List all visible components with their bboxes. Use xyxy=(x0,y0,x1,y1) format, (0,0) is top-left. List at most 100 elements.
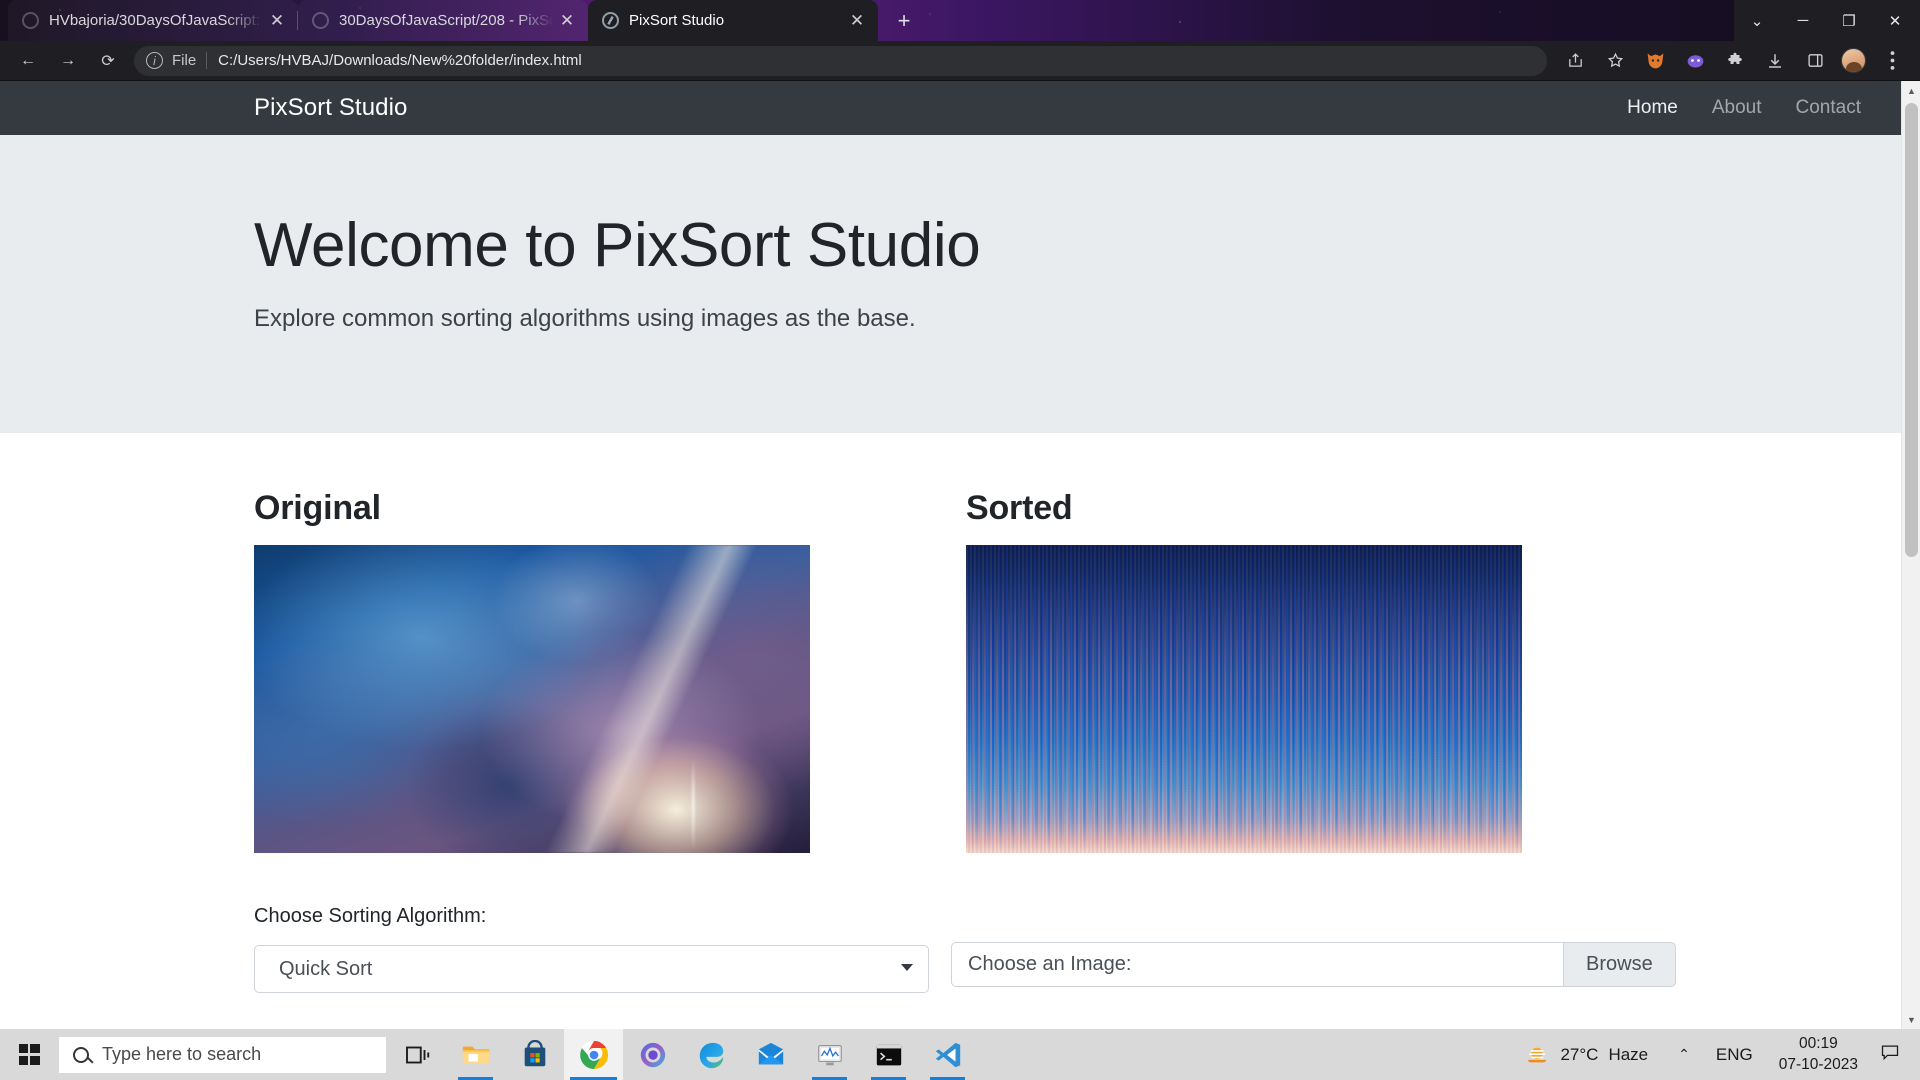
microsoft-365-icon xyxy=(638,1040,668,1070)
original-panel: Original xyxy=(254,489,810,853)
info-icon[interactable]: i xyxy=(146,52,163,69)
bookmark-star-icon[interactable] xyxy=(1598,44,1632,78)
controls-section: Choose Sorting Algorithm: Quick Sort Cho… xyxy=(0,853,1901,993)
site-navbar: PixSort Studio Home About Contact xyxy=(0,81,1901,135)
clock-time: 00:19 xyxy=(1779,1034,1858,1055)
close-icon[interactable]: ✕ xyxy=(264,8,290,34)
close-icon[interactable]: ✕ xyxy=(554,8,580,34)
haze-icon xyxy=(1524,1042,1550,1068)
chrome-icon xyxy=(579,1040,609,1070)
start-button[interactable] xyxy=(0,1029,58,1080)
mail-button[interactable] xyxy=(741,1029,800,1080)
search-icon xyxy=(73,1047,89,1063)
chrome-menu-icon[interactable] xyxy=(1875,44,1909,78)
scrollbar-thumb[interactable] xyxy=(1905,103,1918,557)
edge-icon xyxy=(697,1040,727,1070)
microsoft-store-button[interactable] xyxy=(505,1029,564,1080)
performance-monitor-icon xyxy=(815,1040,845,1070)
search-placeholder: Type here to search xyxy=(102,1044,261,1065)
weather-condition: Haze xyxy=(1608,1045,1648,1065)
share-icon[interactable] xyxy=(1558,44,1592,78)
side-panel-icon[interactable] xyxy=(1798,44,1832,78)
original-heading: Original xyxy=(254,489,810,528)
extension-fox-icon[interactable] xyxy=(1638,44,1672,78)
minimize-button[interactable]: ─ xyxy=(1780,0,1826,41)
github-icon xyxy=(312,12,329,29)
system-tray: 27°C Haze ⌃ ENG 00:19 07-10-2023 xyxy=(1514,1029,1920,1080)
sorted-heading: Sorted xyxy=(966,489,1522,528)
algorithm-select[interactable]: Quick Sort xyxy=(254,945,929,993)
back-icon[interactable]: ← xyxy=(11,44,45,78)
toolbar-actions xyxy=(1555,44,1912,78)
chevron-down-icon[interactable]: ⌄ xyxy=(1734,0,1780,41)
vscode-icon xyxy=(933,1040,963,1070)
command-prompt-icon xyxy=(874,1040,904,1070)
clock-date: 07-10-2023 xyxy=(1779,1055,1858,1076)
weather-widget[interactable]: 27°C Haze xyxy=(1514,1042,1664,1068)
address-bar[interactable]: i File C:/Users/HVBAJ/Downloads/New%20fo… xyxy=(134,46,1547,76)
maximize-button[interactable]: ❐ xyxy=(1826,0,1872,41)
microsoft-365-button[interactable] xyxy=(623,1029,682,1080)
nav-links: Home About Contact xyxy=(1627,97,1861,119)
scroll-up-icon[interactable]: ▲ xyxy=(1902,81,1920,100)
performance-monitor-button[interactable] xyxy=(800,1029,859,1080)
page-scrollbar[interactable]: ▲ ▼ xyxy=(1901,81,1920,1029)
browser-tab-active[interactable]: PixSort Studio ✕ xyxy=(588,0,878,41)
command-prompt-button[interactable] xyxy=(859,1029,918,1080)
new-tab-button[interactable]: + xyxy=(887,4,921,38)
file-placeholder-text: Choose an Image: xyxy=(968,953,1131,976)
github-icon xyxy=(22,12,39,29)
tab-title: 30DaysOfJavaScript/208 - PixSor xyxy=(339,12,554,29)
brand-title[interactable]: PixSort Studio xyxy=(254,94,407,122)
url-text: C:/Users/HVBAJ/Downloads/New%20folder/in… xyxy=(218,52,581,69)
download-icon[interactable] xyxy=(1758,44,1792,78)
hero-section: Welcome to PixSort Studio Explore common… xyxy=(0,135,1901,433)
close-icon[interactable]: ✕ xyxy=(844,8,870,34)
page-viewport: PixSort Studio Home About Contact Welcom… xyxy=(0,81,1920,1029)
task-view-icon xyxy=(402,1040,432,1070)
scroll-down-icon[interactable]: ▼ xyxy=(1902,1010,1920,1029)
language-indicator[interactable]: ENG xyxy=(1704,1045,1765,1065)
visual-studio-code-button[interactable] xyxy=(918,1029,977,1080)
page-title: Welcome to PixSort Studio xyxy=(254,213,1901,279)
close-window-button[interactable]: ✕ xyxy=(1872,0,1918,41)
browser-toolbar: ← → ⟳ i File C:/Users/HVBAJ/Downloads/Ne… xyxy=(0,41,1920,81)
algorithm-label: Choose Sorting Algorithm: xyxy=(254,905,929,928)
nav-link-home[interactable]: Home xyxy=(1627,97,1678,119)
algorithm-select-wrapper: Quick Sort xyxy=(254,945,929,993)
show-hidden-icons-button[interactable]: ⌃ xyxy=(1664,1046,1704,1063)
taskbar-apps xyxy=(387,1029,977,1080)
clock[interactable]: 00:19 07-10-2023 xyxy=(1765,1034,1872,1076)
notification-icon xyxy=(1880,1042,1900,1062)
file-explorer-button[interactable] xyxy=(446,1029,505,1080)
algorithm-control: Choose Sorting Algorithm: Quick Sort xyxy=(254,905,929,993)
browser-tab[interactable]: 30DaysOfJavaScript/208 - PixSor ✕ xyxy=(298,0,588,41)
microsoft-store-icon xyxy=(520,1040,550,1070)
taskbar-search-box[interactable]: Type here to search xyxy=(58,1036,387,1074)
file-explorer-icon xyxy=(461,1040,491,1070)
page-icon xyxy=(602,12,619,29)
web-page: PixSort Studio Home About Contact Welcom… xyxy=(0,81,1901,993)
sorted-panel: Sorted xyxy=(966,489,1522,853)
action-center-button[interactable] xyxy=(1872,1042,1914,1067)
file-input-field[interactable]: Choose an Image: xyxy=(951,942,1563,987)
window-controls: ⌄ ─ ❐ ✕ xyxy=(1734,0,1920,41)
browse-button[interactable]: Browse xyxy=(1563,942,1676,987)
forward-icon[interactable]: → xyxy=(51,44,85,78)
microsoft-edge-button[interactable] xyxy=(682,1029,741,1080)
sorted-image xyxy=(966,545,1522,853)
divider xyxy=(206,52,207,69)
url-scheme-label: File xyxy=(172,52,196,69)
google-chrome-button[interactable] xyxy=(564,1029,623,1080)
reload-icon[interactable]: ⟳ xyxy=(91,44,125,78)
task-view-button[interactable] xyxy=(387,1029,446,1080)
browser-tab[interactable]: HVbajoria/30DaysOfJavaScript: F ✕ xyxy=(8,0,298,41)
extension-purple-icon[interactable] xyxy=(1678,44,1712,78)
profile-avatar[interactable] xyxy=(1841,48,1866,73)
windows-logo-icon xyxy=(19,1044,40,1065)
nav-link-about[interactable]: About xyxy=(1712,97,1762,119)
image-file-control: Choose an Image: Browse xyxy=(951,942,1676,987)
windows-taskbar: Type here to search xyxy=(0,1029,1920,1080)
nav-link-contact[interactable]: Contact xyxy=(1796,97,1861,119)
puzzle-extensions-icon[interactable] xyxy=(1718,44,1752,78)
